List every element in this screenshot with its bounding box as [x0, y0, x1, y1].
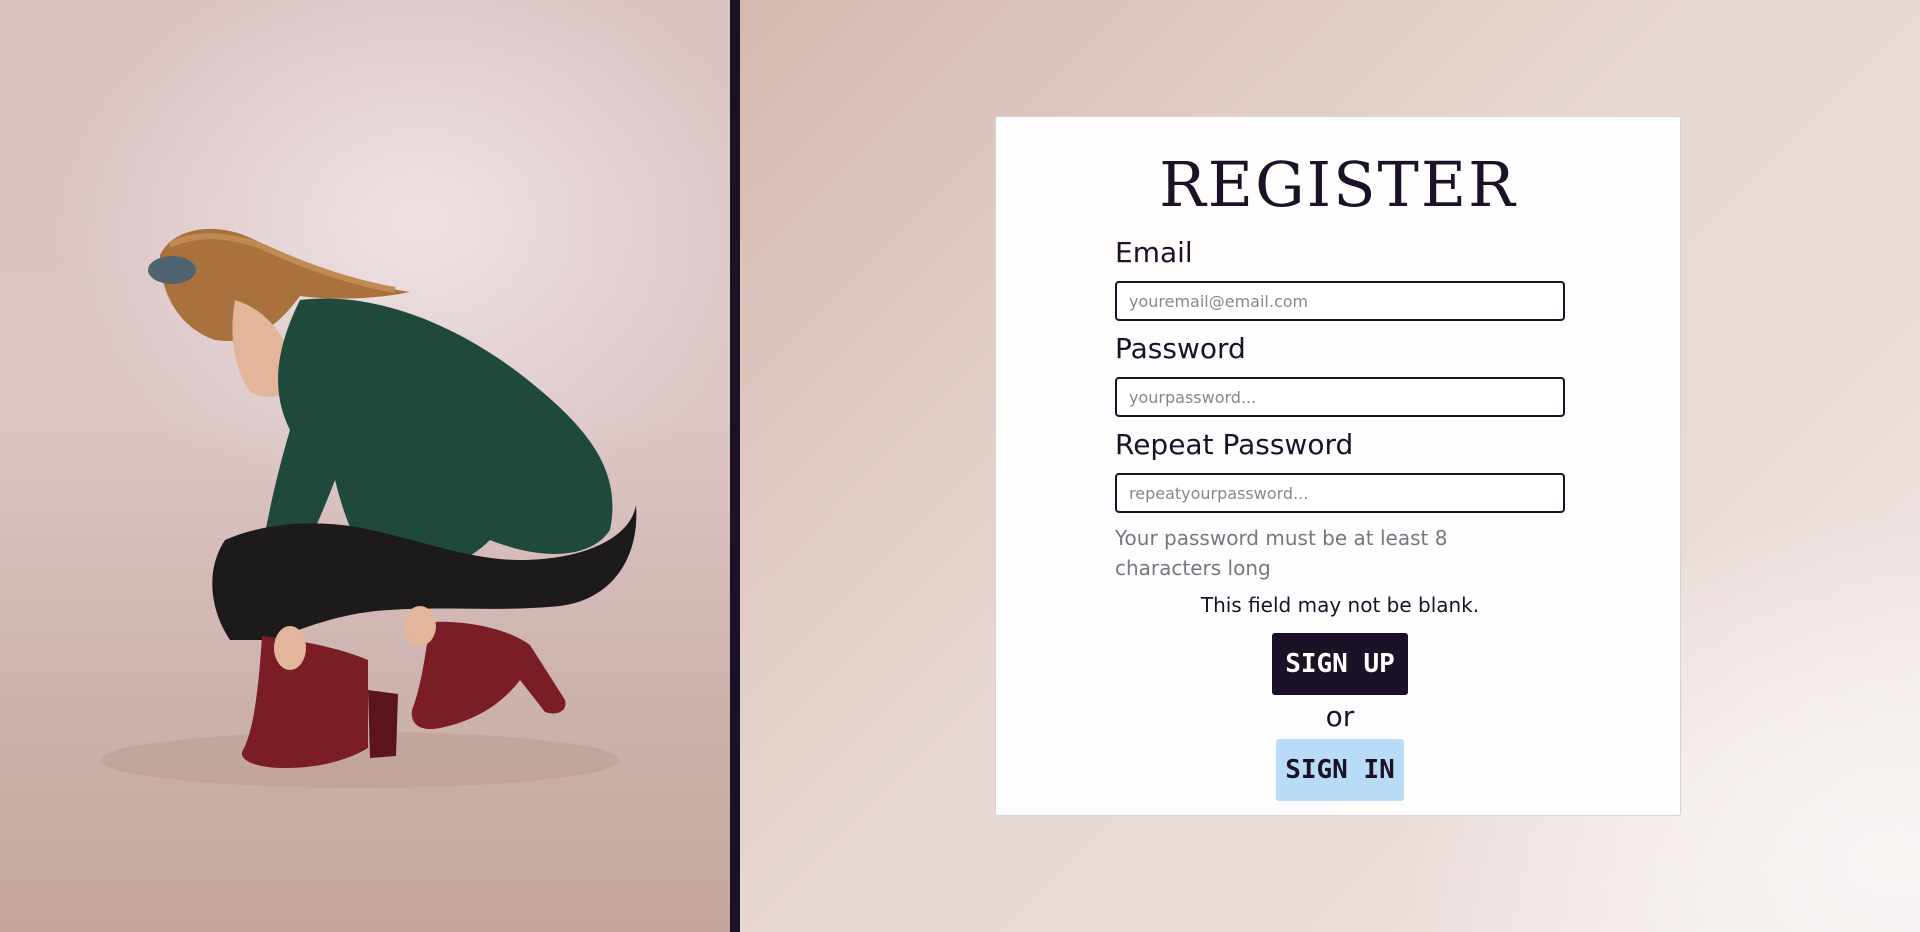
- register-page: REGISTER Email Password Repeat Password …: [0, 0, 1920, 932]
- repeat-password-label: Repeat Password: [1115, 428, 1354, 461]
- right-panel: REGISTER Email Password Repeat Password …: [740, 0, 1920, 932]
- error-message: This field may not be blank.: [1200, 593, 1480, 617]
- password-hint: Your password must be at least 8 charact…: [1115, 526, 1448, 580]
- vertical-divider: [730, 0, 740, 932]
- email-input[interactable]: [1115, 281, 1565, 321]
- sign-up-button[interactable]: SIGN UP: [1272, 633, 1408, 695]
- register-card: REGISTER Email Password Repeat Password …: [995, 116, 1681, 816]
- page-title: REGISTER: [1159, 148, 1517, 221]
- sign-in-button[interactable]: SIGN IN: [1276, 739, 1404, 801]
- repeat-password-input[interactable]: [1115, 473, 1565, 513]
- hero-illustration: [100, 228, 637, 788]
- register-form: Email Password Repeat Password Your pass…: [1115, 235, 1565, 801]
- hero-photo: [0, 0, 730, 932]
- email-label: Email: [1115, 236, 1193, 269]
- password-label: Password: [1115, 332, 1246, 365]
- or-separator: or: [1325, 700, 1355, 733]
- password-input[interactable]: [1115, 377, 1565, 417]
